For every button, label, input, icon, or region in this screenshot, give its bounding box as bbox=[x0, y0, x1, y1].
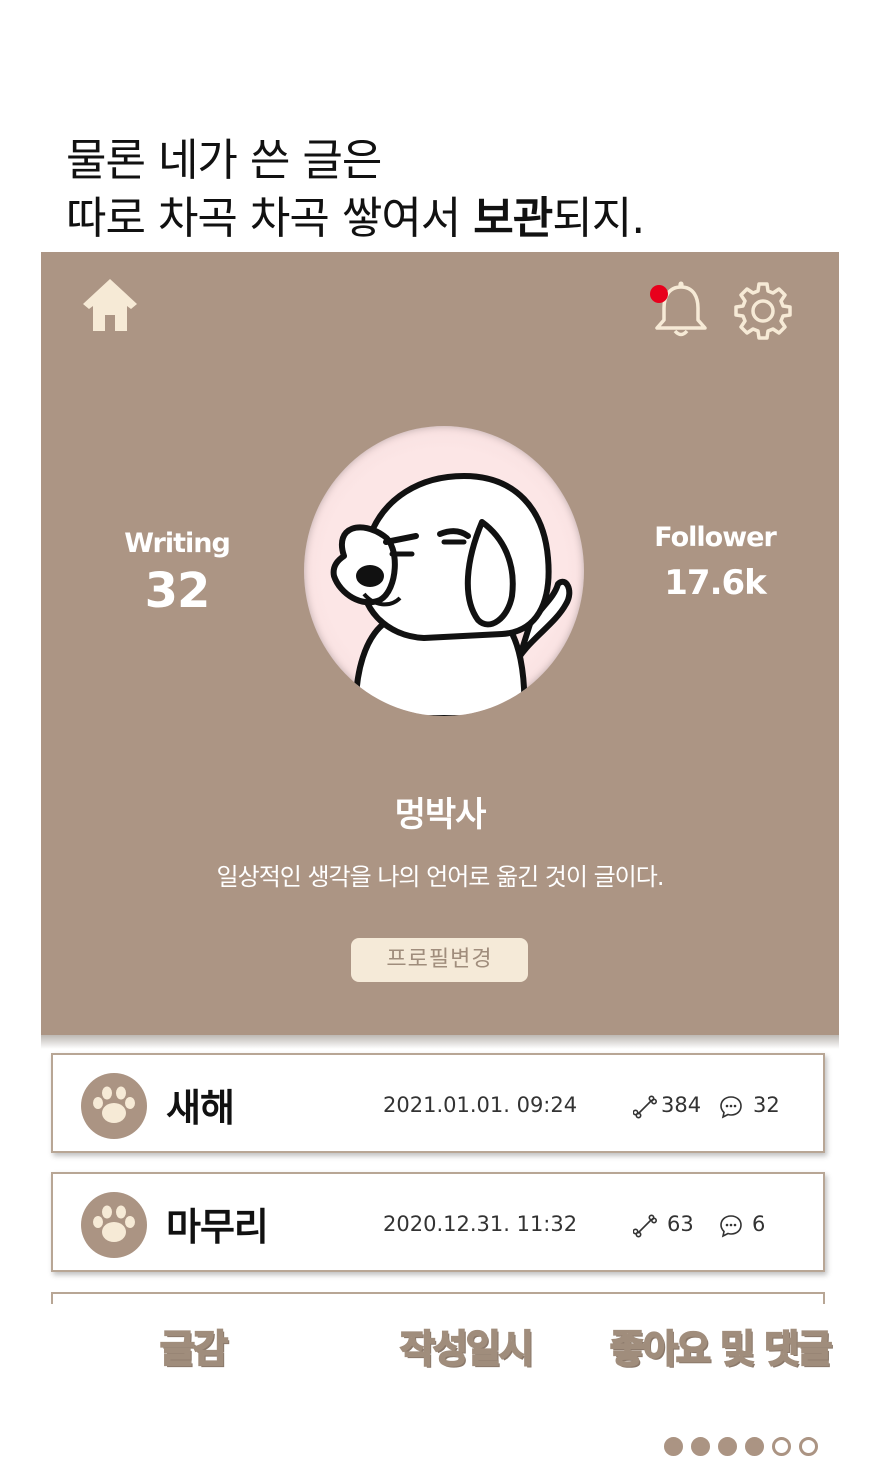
bone-icon[interactable] bbox=[633, 1095, 657, 1119]
writing-count: 32 bbox=[144, 563, 211, 619]
post-card[interactable]: 새해 2021.01.01. 09:24 384 32 bbox=[51, 1053, 825, 1153]
headline-line-2-prefix: 따로 차곡 차곡 쌓여서 bbox=[66, 193, 474, 244]
writing-label: Writing bbox=[124, 528, 231, 559]
home-icon[interactable] bbox=[80, 275, 140, 335]
writing-stat: Writing 32 bbox=[77, 528, 277, 619]
gear-icon[interactable] bbox=[732, 280, 794, 342]
comment-count: 32 bbox=[753, 1093, 780, 1117]
post-date: 2020.12.31. 11:32 bbox=[383, 1212, 578, 1236]
like-count: 384 bbox=[661, 1093, 702, 1117]
comment-count: 6 bbox=[752, 1212, 766, 1236]
annotation-date: 작성일시 bbox=[399, 1326, 535, 1372]
page-dot[interactable] bbox=[799, 1437, 818, 1456]
comment-icon[interactable] bbox=[719, 1095, 743, 1119]
post-title: 마무리 bbox=[166, 1205, 269, 1249]
panel-shadow bbox=[41, 1035, 839, 1049]
page-dot[interactable] bbox=[772, 1437, 791, 1456]
bio: 일상적인 생각을 나의 언어로 옮긴 것이 글이다. bbox=[216, 863, 665, 891]
page-dot-active[interactable] bbox=[745, 1437, 764, 1456]
username: 멍박사 bbox=[394, 795, 487, 835]
post-title: 새해 bbox=[166, 1086, 235, 1130]
annotation-likes-comments: 좋아요 및 댓글 bbox=[609, 1326, 833, 1372]
headline-line-2-suffix: 되지. bbox=[552, 193, 645, 244]
pagination-dots bbox=[664, 1437, 818, 1457]
page-dot[interactable] bbox=[718, 1437, 737, 1456]
headline-line-1: 물론 네가 쓴 글은 bbox=[66, 135, 382, 186]
follower-label: Follower bbox=[654, 522, 777, 553]
paw-icon bbox=[81, 1192, 147, 1258]
headline-line-2-bold: 보관 bbox=[473, 193, 553, 244]
headline: 물론 네가 쓴 글은 따로 차곡 차곡 쌓여서 보관되지. bbox=[66, 132, 645, 248]
profile-panel: Writing 32 Follower 17.6k 멍박사 일상적인 생각을 나… bbox=[41, 252, 839, 1035]
dog-avatar-image bbox=[330, 473, 573, 716]
comment-icon[interactable] bbox=[719, 1214, 743, 1238]
avatar[interactable] bbox=[304, 426, 584, 716]
like-count: 63 bbox=[667, 1212, 694, 1236]
bone-icon[interactable] bbox=[633, 1214, 657, 1238]
annotation-topic: 글감 bbox=[159, 1326, 229, 1372]
post-date: 2021.01.01. 09:24 bbox=[383, 1093, 578, 1117]
paw-icon bbox=[81, 1073, 147, 1139]
bell-icon[interactable] bbox=[648, 278, 708, 340]
follower-stat: Follower 17.6k bbox=[615, 522, 815, 603]
notification-dot bbox=[650, 285, 668, 303]
page-dot[interactable] bbox=[691, 1437, 710, 1456]
post-card[interactable]: 마무리 2020.12.31. 11:32 63 6 bbox=[51, 1172, 825, 1272]
edit-profile-button[interactable]: 프로필변경 bbox=[351, 938, 528, 982]
page-dot[interactable] bbox=[664, 1437, 683, 1456]
follower-count: 17.6k bbox=[664, 563, 767, 603]
headline-line-2: 따로 차곡 차곡 쌓여서 보관되지. bbox=[66, 190, 645, 248]
